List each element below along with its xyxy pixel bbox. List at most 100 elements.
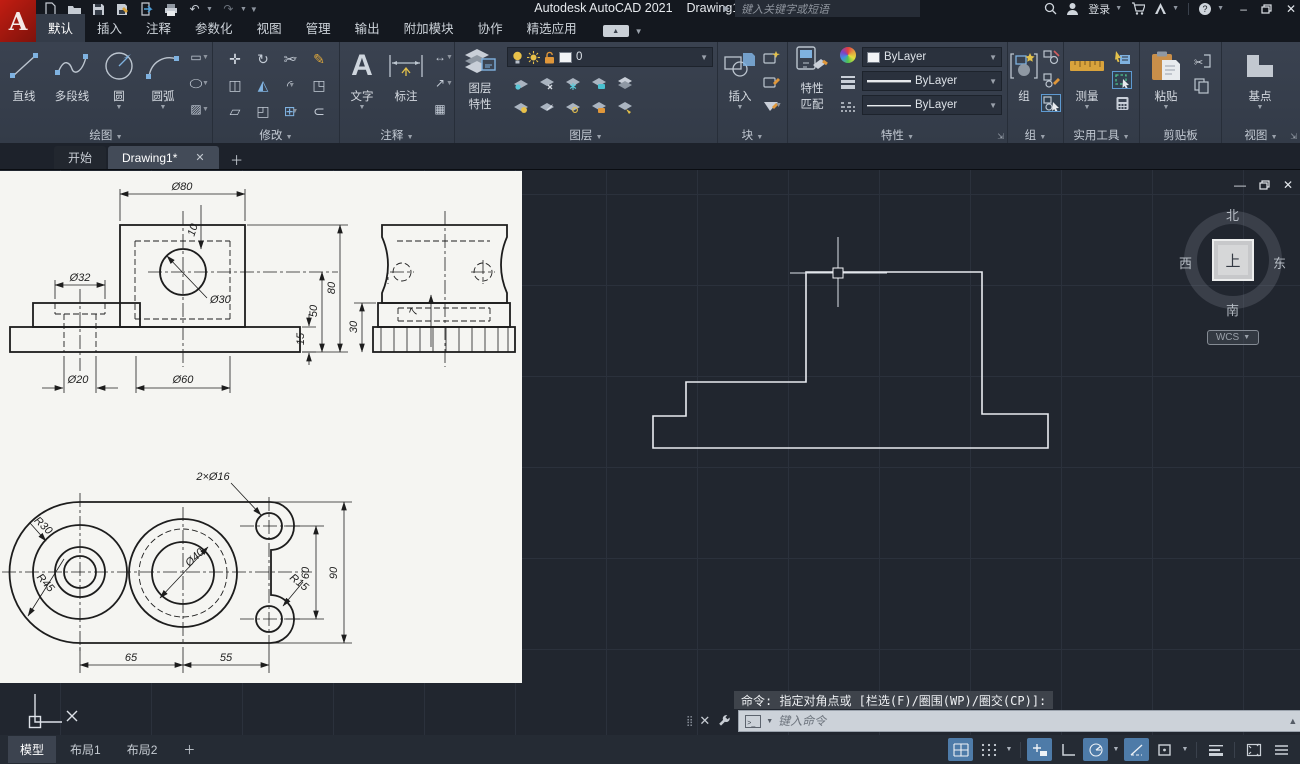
ribbon-tab-addins[interactable]: 附加模块 — [392, 14, 466, 42]
stretch-icon[interactable]: ▱ — [221, 98, 249, 124]
color-wheel-icon[interactable] — [840, 47, 856, 63]
new-drawing-tab-button[interactable]: ＋ — [227, 149, 247, 169]
paste-dropdown-icon[interactable]: ▼ — [1146, 104, 1186, 112]
view-cube-east[interactable]: 东 — [1273, 253, 1286, 272]
layer-off-icon[interactable] — [511, 74, 531, 92]
command-expand-icon[interactable]: ▲ — [1288, 716, 1297, 726]
object-snap-tracking-toggle[interactable] — [1124, 738, 1149, 761]
ribbon-tab-output[interactable]: 输出 — [343, 14, 392, 42]
create-block-icon[interactable] — [762, 48, 782, 66]
group-edit-icon[interactable] — [1041, 71, 1061, 89]
view-cube-south[interactable]: 南 — [1226, 300, 1239, 319]
ungroup-icon[interactable] — [1041, 48, 1061, 66]
model-tab[interactable]: 模型 — [8, 736, 56, 763]
line-button[interactable]: 直线 — [4, 46, 44, 104]
leader-dropdown-icon[interactable]: ▼ — [446, 80, 453, 87]
view-expand-icon[interactable]: ⇲ — [1290, 132, 1297, 141]
close-button[interactable]: ✕ — [1286, 2, 1296, 16]
scale-icon[interactable]: ◰ — [249, 98, 277, 124]
linear-dim-dropdown-icon[interactable]: ▼ — [446, 54, 453, 61]
layer-on-all-icon[interactable] — [511, 98, 531, 116]
customization-menu-button[interactable] — [1269, 738, 1294, 761]
linetype-dropdown[interactable]: ByLayer ▼ — [862, 95, 1002, 115]
command-grip-handle[interactable]: ⣿ — [686, 716, 692, 727]
view-cube-north[interactable]: 北 — [1226, 205, 1239, 224]
layout2-tab[interactable]: 布局2 — [115, 736, 170, 763]
erase-pencil-icon[interactable]: ✎ — [305, 46, 333, 72]
dimension-button[interactable]: 标注 — [384, 46, 428, 104]
panel-label-draw[interactable]: 绘图 ▼ — [0, 127, 212, 143]
ortho-toggle[interactable] — [1055, 738, 1080, 761]
app-logo-icon[interactable]: A — [0, 0, 36, 42]
explode-icon[interactable]: ◳ — [305, 72, 333, 98]
layer-onoff-sun-icon[interactable] — [563, 98, 583, 116]
lineweight-display-toggle[interactable] — [1203, 738, 1228, 761]
linetype-dropdown-caret-icon[interactable]: ▼ — [989, 101, 997, 110]
cut-icon[interactable]: ✂ — [1192, 52, 1212, 70]
rectangle-dropdown-icon[interactable]: ▼ — [202, 54, 209, 61]
hatch-dropdown-icon[interactable]: ▼ — [202, 106, 209, 113]
layer-walk-icon[interactable] — [615, 98, 635, 116]
command-close-icon[interactable]: ✕ — [699, 713, 710, 729]
text-dropdown-icon[interactable]: ▼ — [344, 104, 380, 112]
panel-label-layers[interactable]: 图层 ▼ — [455, 127, 717, 143]
measure-button[interactable]: 测量 ▼ — [1066, 46, 1108, 112]
ribbon-tab-parametric[interactable]: 参数化 — [183, 14, 245, 42]
command-prompt-icon[interactable]: >_ — [745, 715, 761, 728]
edit-block-icon[interactable] — [762, 72, 782, 90]
layer-properties-button[interactable]: 图层 特性 — [458, 44, 502, 112]
help-dropdown-icon[interactable]: ▼ — [1217, 5, 1224, 12]
command-input[interactable] — [778, 714, 1283, 728]
insert-dropdown-icon[interactable]: ▼ — [720, 104, 760, 112]
panel-label-modify[interactable]: 修改 ▼ — [213, 127, 339, 143]
array-icon[interactable]: ⊞▼ — [277, 98, 305, 124]
panel-label-properties[interactable]: 特性 ▼ — [788, 127, 1007, 143]
ribbon-tab-home[interactable]: 默认 — [36, 14, 85, 42]
ellipse-icon[interactable]: ◯ — [186, 76, 206, 90]
panel-label-annotation[interactable]: 注释 ▼ — [340, 127, 454, 143]
ribbon-tab-featured[interactable]: 精选应用 — [515, 14, 589, 42]
signin-dropdown-icon[interactable]: ▼ — [1115, 5, 1122, 12]
cart-icon[interactable] — [1131, 2, 1145, 15]
linetype-icon[interactable] — [840, 101, 856, 113]
circle-button[interactable]: 圆 ▼ — [100, 46, 138, 112]
polar-tracking-toggle[interactable] — [1083, 738, 1108, 761]
panel-label-block[interactable]: 块 ▼ — [718, 127, 787, 143]
command-recent-caret-icon[interactable]: ▼ — [766, 718, 773, 725]
ribbon-tab-insert[interactable]: 插入 — [85, 14, 134, 42]
panel-label-utilities[interactable]: 实用工具 ▼ — [1064, 127, 1139, 143]
layer-thaw-icon[interactable] — [537, 98, 557, 116]
panel-label-groups[interactable]: 组 ▼ — [1008, 127, 1063, 143]
polyline-button[interactable]: 多段线 — [46, 46, 98, 104]
view-cube-west[interactable]: 西 — [1179, 253, 1192, 272]
properties-expand-icon[interactable]: ⇲ — [997, 132, 1004, 141]
layout1-tab[interactable]: 布局1 — [58, 736, 113, 763]
offset-icon[interactable]: ⊂ — [305, 98, 333, 124]
color-dropdown[interactable]: ByLayer ▼ — [862, 47, 1002, 67]
fillet-icon[interactable]: ◜▼ — [277, 72, 305, 98]
ribbon-collapse-dropdown-icon[interactable]: ▼ — [635, 27, 643, 36]
new-layout-button[interactable]: ＋ — [171, 736, 207, 763]
layer-match-icon[interactable] — [615, 74, 635, 92]
table-icon[interactable]: ▦ — [430, 100, 450, 118]
circle-dropdown-icon[interactable]: ▼ — [100, 104, 138, 112]
layer-lock-icon[interactable] — [589, 74, 609, 92]
wcs-dropdown[interactable]: WCS ▼ — [1207, 330, 1259, 345]
base-point-button[interactable]: 基点 ▼ — [1240, 46, 1280, 112]
polar-dropdown-icon[interactable]: ▼ — [1111, 746, 1121, 753]
trim-icon[interactable]: ✂▼ — [277, 46, 305, 72]
drawn-polyline[interactable] — [653, 272, 1048, 448]
base-point-dropdown-icon[interactable]: ▼ — [1240, 104, 1280, 112]
paste-button[interactable]: 粘贴 ▼ — [1146, 46, 1186, 112]
clean-screen-toggle[interactable] — [1241, 738, 1266, 761]
file-tab-start[interactable]: 开始 — [54, 146, 106, 169]
arc-button[interactable]: 圆弧 ▼ — [140, 46, 186, 112]
copy-clip-icon[interactable] — [1192, 77, 1212, 95]
model-space-canvas[interactable]: Ø80 Ø32 10 Ø30 Ø20 Ø60 15 50 80 30 7 2×Ø… — [0, 170, 1300, 735]
doc-restore-button[interactable] — [1259, 180, 1270, 190]
dynamic-input-toggle[interactable] — [1027, 738, 1052, 761]
group-button[interactable]: 组 — [1009, 46, 1039, 104]
command-customize-wrench-icon[interactable] — [717, 714, 731, 728]
group-selection-toggle-icon[interactable] — [1041, 94, 1061, 112]
quick-calc-icon[interactable] — [1112, 94, 1132, 112]
